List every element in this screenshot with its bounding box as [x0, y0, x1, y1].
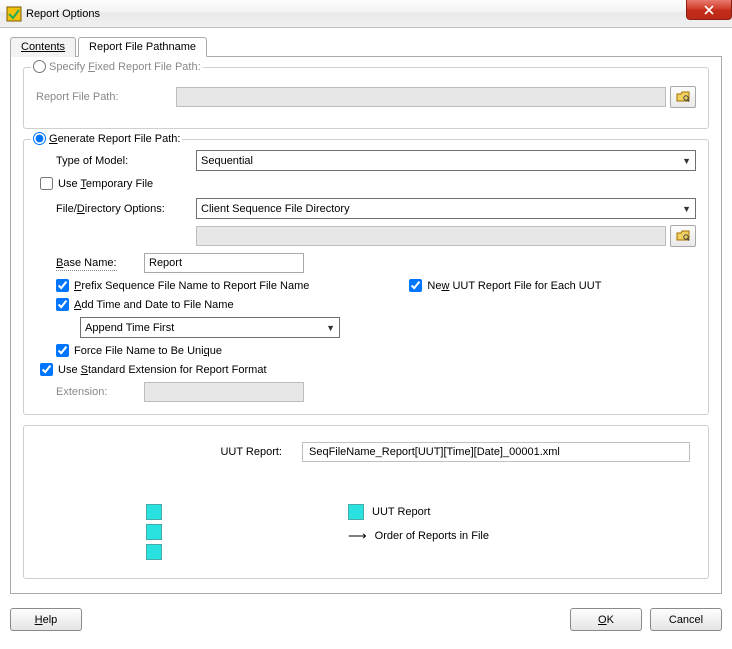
app-icon: [6, 6, 22, 22]
cyan-box-icon: [348, 504, 364, 520]
tab-content: Specify Fixed Report File Path: Report F…: [10, 57, 722, 594]
radio-generate[interactable]: [33, 132, 46, 145]
append-time-value: Append Time First: [85, 322, 174, 334]
uut-report-label: UUT Report:: [42, 446, 302, 458]
chevron-down-icon: ▼: [682, 204, 691, 214]
file-directory-options-value: Client Sequence File Directory: [201, 203, 350, 215]
legend-order-of-reports: ⟶ Order of Reports in File: [348, 528, 489, 544]
cyan-box-icon: [146, 524, 162, 540]
cyan-box-icon: [146, 504, 162, 520]
help-button[interactable]: Help: [10, 608, 82, 631]
type-of-model-label: Type of Model:: [56, 155, 196, 167]
checkbox-use-standard-extension[interactable]: Use Standard Extension for Report Format: [40, 363, 267, 376]
checkbox-force-file-name-unique[interactable]: Force File Name to Be Unique: [56, 344, 222, 357]
browse-file-path-button[interactable]: [670, 86, 696, 108]
cyan-box-icon: [146, 544, 162, 560]
group-specify-fixed: Specify Fixed Report File Path: Report F…: [23, 67, 709, 129]
group-generate-legend[interactable]: Generate Report File Path:: [31, 132, 182, 145]
extension-input: [144, 382, 304, 402]
type-of-model-select[interactable]: Sequential ▼: [196, 150, 696, 171]
tab-row: Contents Report File Pathname: [10, 36, 722, 57]
cancel-button[interactable]: Cancel: [650, 608, 722, 631]
checkbox-prefix-sequence-file-name[interactable]: Prefix Sequence File Name to Report File…: [56, 279, 309, 292]
chevron-down-icon: ▼: [682, 156, 691, 166]
footer: Help OK Cancel: [0, 604, 732, 641]
append-time-select[interactable]: Append Time First ▼: [80, 317, 340, 338]
tab-report-file-pathname[interactable]: Report File Pathname: [78, 37, 207, 57]
checkbox-new-uut-report-file[interactable]: New UUT Report File for Each UUT: [409, 279, 601, 292]
title-bar: Report Options: [0, 0, 732, 28]
type-of-model-value: Sequential: [201, 155, 253, 167]
arrow-right-icon: ⟶: [348, 528, 367, 544]
checkbox-use-temporary-file[interactable]: Use Temporary File: [40, 177, 153, 190]
base-name-label: Base Name:: [56, 257, 144, 269]
extension-label: Extension:: [56, 386, 144, 398]
report-file-path-label: Report File Path:: [36, 91, 176, 103]
folder-search-icon: [676, 91, 690, 103]
report-order-stack: [146, 502, 162, 562]
browse-directory-button[interactable]: [670, 225, 696, 247]
checkbox-add-time-and-date[interactable]: Add Time and Date to File Name: [56, 298, 234, 311]
ok-button[interactable]: OK: [570, 608, 642, 631]
report-file-path-input: [176, 87, 666, 107]
chevron-down-icon: ▼: [326, 323, 335, 333]
radio-specify-fixed[interactable]: [33, 60, 46, 73]
preview-box: UUT Report: SeqFileName_Report[UUT][Time…: [23, 425, 709, 579]
uut-report-path: SeqFileName_Report[UUT][Time][Date]_0000…: [302, 442, 690, 462]
file-directory-options-label: File/Directory Options:: [56, 203, 196, 215]
close-button[interactable]: [686, 0, 732, 20]
tab-contents[interactable]: Contents: [10, 37, 76, 57]
legend-uut-report: UUT Report: [348, 502, 489, 522]
folder-search-icon: [676, 230, 690, 242]
base-name-input[interactable]: [144, 253, 304, 273]
file-directory-path-input: [196, 226, 666, 246]
group-specify-fixed-legend[interactable]: Specify Fixed Report File Path:: [31, 60, 203, 73]
window-title: Report Options: [26, 8, 100, 20]
group-generate: Generate Report File Path: Type of Model…: [23, 139, 709, 415]
file-directory-options-select[interactable]: Client Sequence File Directory ▼: [196, 198, 696, 219]
